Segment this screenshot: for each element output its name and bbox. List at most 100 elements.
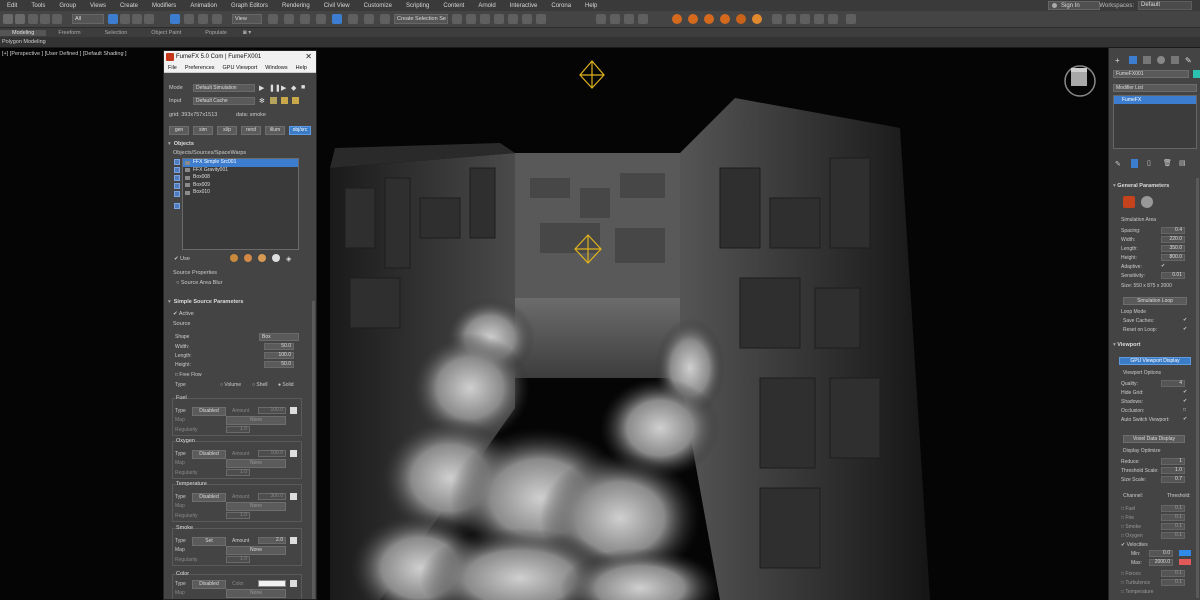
menu-customize[interactable]: Customize: [357, 3, 399, 9]
channel-fuel-checkbox[interactable]: □ Fuel: [1121, 506, 1135, 512]
ribbon-options-icon[interactable]: ◙ ▾: [239, 29, 251, 36]
configure-sets-icon[interactable]: ▤: [1179, 159, 1186, 167]
type-solid-radio[interactable]: ● Solid: [278, 382, 294, 388]
menu-edit[interactable]: Edit: [0, 3, 24, 9]
menu-views[interactable]: Views: [83, 3, 113, 9]
menu-civil-view[interactable]: Civil View: [317, 3, 357, 9]
list-item[interactable]: FFX Gravity001: [183, 167, 298, 175]
tab-sim[interactable]: sim: [193, 126, 213, 135]
temperature-amount-map-icon[interactable]: [290, 493, 297, 500]
schematic-view-icon[interactable]: [522, 14, 532, 24]
bind-spacewarp-icon[interactable]: [52, 14, 62, 24]
temperature-type-button[interactable]: Disabled: [192, 493, 226, 502]
oxygen-type-button[interactable]: Disabled: [192, 450, 226, 459]
simulation-loop-button[interactable]: Simulation Loop: [1123, 297, 1187, 305]
motion-tab-icon[interactable]: [1157, 56, 1165, 64]
smoke-map-button[interactable]: None: [226, 546, 286, 555]
select-move-icon[interactable]: [170, 14, 180, 24]
fumefx-menu-gpu-viewport[interactable]: GPU Viewport: [219, 65, 262, 71]
color-type-button[interactable]: Disabled: [192, 580, 226, 589]
close-icon[interactable]: ✕: [305, 51, 312, 63]
corona-camera-icon[interactable]: [828, 14, 838, 24]
channel-fuel-threshold[interactable]: 0.1: [1161, 505, 1185, 512]
workspace-dropdown[interactable]: Default: [1138, 1, 1192, 10]
smoke-regularity-spinner[interactable]: 1.0: [226, 556, 250, 563]
occlusion-checkbox[interactable]: □: [1183, 407, 1186, 413]
auto-switch-checkbox[interactable]: ✔: [1183, 416, 1187, 422]
select-by-name-icon[interactable]: [120, 14, 130, 24]
reference-coord-dropdown[interactable]: View: [232, 14, 262, 24]
polygon-modeling-bar[interactable]: Polygon Modeling: [0, 37, 1200, 47]
tab-slp[interactable]: sl/p: [217, 126, 237, 135]
modify-tab-icon[interactable]: [1129, 56, 1137, 64]
layer-explorer-icon[interactable]: [480, 14, 490, 24]
list-item[interactable]: Box009: [183, 182, 298, 190]
fumefx-ui-button[interactable]: [1123, 196, 1135, 208]
move-down-checkbox[interactable]: [174, 203, 180, 209]
stop-sim-icon[interactable]: ■: [301, 84, 305, 91]
move-up-checkbox[interactable]: [174, 191, 180, 197]
channel-turbulence-checkbox[interactable]: □ Turbulence: [1121, 580, 1150, 586]
tab-modeling[interactable]: Modeling: [0, 29, 47, 36]
menu-arnold[interactable]: Arnold: [471, 3, 502, 9]
color-map-button[interactable]: None: [226, 589, 286, 598]
cache-gear-icon[interactable]: ✻: [259, 97, 265, 105]
menu-interactive[interactable]: Interactive: [503, 3, 545, 9]
menu-tools[interactable]: Tools: [24, 3, 52, 9]
link-icon[interactable]: [28, 14, 38, 24]
menu-graph-editors[interactable]: Graph Editors: [224, 3, 275, 9]
utilities-tab-icon[interactable]: ✎: [1185, 56, 1192, 65]
tab-populate[interactable]: Populate: [193, 30, 239, 36]
objects-rollout-header[interactable]: Objects: [168, 141, 311, 149]
voxel-data-display-button[interactable]: Voxel Data Display: [1123, 435, 1185, 443]
toggle-ribbon-icon[interactable]: [494, 14, 504, 24]
size-scale-spinner[interactable]: 0.7: [1161, 476, 1185, 483]
edit-named-selection-icon[interactable]: [380, 14, 390, 24]
render-production-icon[interactable]: [624, 14, 634, 24]
oxygen-regularity-spinner[interactable]: 1.0: [226, 469, 250, 476]
curve-editor-icon[interactable]: [508, 14, 518, 24]
oxygen-amount-spinner[interactable]: 100.0: [258, 450, 286, 457]
tab-rend[interactable]: rend: [241, 126, 261, 135]
temperature-amount-spinner[interactable]: 300.0: [258, 493, 286, 500]
add-object-checkbox[interactable]: [174, 159, 180, 165]
height-spinner[interactable]: 50.0: [264, 361, 294, 368]
simple-source-params-header[interactable]: Simple Source Parameters: [168, 299, 311, 307]
height-spinner[interactable]: 800.0: [1161, 254, 1185, 261]
fuel-amount-spinner[interactable]: 100.0: [258, 407, 286, 414]
list-object-checkbox[interactable]: [174, 183, 180, 189]
menu-create[interactable]: Create: [113, 3, 145, 9]
render-setup-icon[interactable]: [596, 14, 606, 24]
save-caches-checkbox[interactable]: ✔: [1183, 317, 1187, 323]
menu-help[interactable]: Help: [578, 3, 604, 9]
corona-interactive-icon[interactable]: [786, 14, 796, 24]
corona-light-icon[interactable]: [800, 14, 810, 24]
smoke-type-button[interactable]: Set: [192, 537, 226, 546]
object-color-swatch[interactable]: [1193, 70, 1200, 78]
select-manipulate-icon[interactable]: [284, 14, 294, 24]
channel-smoke-checkbox[interactable]: □ Smoke: [1121, 524, 1141, 530]
type-shell-radio[interactable]: ○ Shell: [252, 382, 268, 388]
spinner-snap-icon[interactable]: [364, 14, 374, 24]
tab-selection[interactable]: Selection: [93, 30, 140, 36]
continue-sim-icon[interactable]: ▶: [281, 84, 286, 92]
arnold-light-icon[interactable]: [704, 14, 714, 24]
fumefx-help-button[interactable]: [1141, 196, 1153, 208]
corona-material-icon[interactable]: [814, 14, 824, 24]
fumefx-menu-preferences[interactable]: Preferences: [181, 65, 219, 71]
width-spinner[interactable]: 220.0: [1161, 236, 1185, 243]
channel-temperature-checkbox[interactable]: □ Temperature: [1121, 589, 1153, 595]
align-icon[interactable]: [466, 14, 476, 24]
unlink-icon[interactable]: [40, 14, 50, 24]
channel-fire-threshold[interactable]: 0.1: [1161, 514, 1185, 521]
gpu-viewport-display-button[interactable]: GPU Viewport Display: [1119, 357, 1191, 365]
mirror-icon[interactable]: [452, 14, 462, 24]
color-swatch[interactable]: [258, 580, 286, 587]
preview-icon[interactable]: ◆: [291, 84, 296, 92]
material-editor-icon[interactable]: [536, 14, 546, 24]
free-flow-checkbox[interactable]: □ Free Flow: [175, 372, 202, 378]
play-icon[interactable]: [846, 14, 856, 24]
temperature-regularity-spinner[interactable]: 1.0: [226, 512, 250, 519]
hide-grid-checkbox[interactable]: ✔: [1183, 389, 1187, 395]
arnold-skydome-icon[interactable]: [752, 14, 762, 24]
